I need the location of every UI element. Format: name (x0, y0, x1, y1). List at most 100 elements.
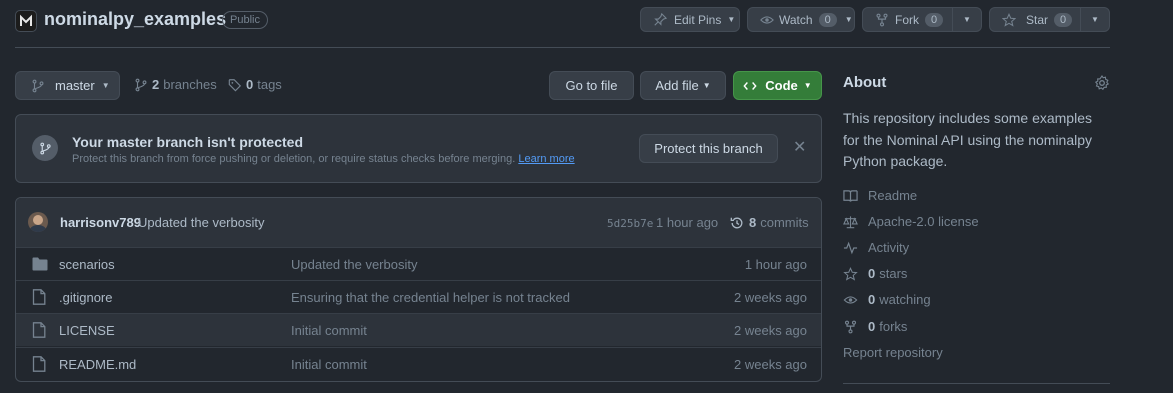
star-count: 0 (1054, 12, 1073, 27)
chevron-down-icon: ▼ (727, 15, 736, 24)
stars-link[interactable]: 0 stars (843, 266, 907, 281)
branches-label: branches (163, 77, 217, 92)
file-row[interactable]: LICENSE Initial commit 2 weeks ago (16, 313, 821, 346)
tags-label: tags (257, 77, 282, 92)
chevron-down-icon: ▼ (1091, 15, 1099, 24)
fork-dropdown-button[interactable]: ▼ (952, 7, 982, 32)
gear-icon[interactable] (1094, 75, 1110, 91)
add-file-label: Add file (655, 78, 699, 93)
about-heading: About (843, 74, 887, 91)
watch-count: 0 (818, 12, 837, 27)
fork-icon (876, 13, 888, 26)
protect-branch-banner: Your master branch isn't protected Prote… (15, 114, 822, 183)
activity-link[interactable]: Activity (843, 240, 909, 255)
header-divider (15, 47, 1110, 48)
file-row[interactable]: scenarios Updated the verbosity 1 hour a… (16, 247, 821, 280)
author-avatar[interactable] (28, 212, 48, 232)
go-to-file-label: Go to file (565, 78, 618, 93)
commit-author[interactable]: harrisonv789 (60, 215, 141, 230)
readme-link[interactable]: Readme (843, 188, 917, 203)
law-icon (843, 215, 858, 228)
code-label: Code (765, 78, 798, 93)
chevron-down-icon: ▼ (963, 15, 971, 24)
branch-icon (39, 142, 51, 154)
eye-icon (843, 295, 858, 304)
pin-icon (654, 12, 667, 26)
repo-avatar[interactable] (15, 10, 37, 32)
tag-icon (228, 78, 242, 91)
commits-label: commits (760, 215, 809, 230)
file-commit-time: 2 weeks ago (734, 289, 807, 305)
chevron-down-icon: ▼ (803, 81, 812, 90)
commit-message[interactable]: Updated the verbosity (138, 215, 264, 230)
file-row[interactable]: README.md Initial commit 2 weeks ago (16, 347, 821, 380)
edit-pins-button[interactable]: Edit Pins ▼ (640, 7, 740, 32)
commit-time: 1 hour ago (656, 215, 719, 230)
branch-icon (32, 79, 44, 92)
protect-branch-label: Protect this branch (654, 141, 763, 156)
about-description: This repository includes some examples f… (843, 110, 1093, 169)
watching-link[interactable]: 0 watching (843, 292, 931, 307)
chevron-down-icon: ▼ (844, 15, 853, 24)
learn-more-link[interactable]: Learn more (518, 153, 574, 165)
forks-label: forks (879, 319, 908, 334)
star-label: Star (1026, 12, 1049, 27)
file-name[interactable]: README.md (59, 357, 136, 372)
close-icon[interactable]: ✕ (793, 140, 806, 156)
file-commit-message[interactable]: Initial commit (291, 357, 367, 372)
file-name[interactable]: .gitignore (59, 290, 112, 305)
commits-link[interactable]: 8 commits (730, 215, 809, 230)
file-name[interactable]: scenarios (59, 257, 115, 272)
star-button[interactable]: Star 0 (989, 7, 1081, 32)
file-commit-message[interactable]: Updated the verbosity (291, 257, 417, 272)
file-row[interactable]: .gitignore Ensuring that the credential … (16, 280, 821, 313)
stars-label: stars (879, 266, 908, 281)
file-commit-time: 2 weeks ago (734, 322, 807, 338)
forks-count: 0 (868, 319, 876, 334)
visibility-badge: Public (222, 11, 268, 29)
file-commit-message[interactable]: Initial commit (291, 323, 367, 338)
license-link[interactable]: Apache-2.0 license (843, 214, 979, 229)
history-icon (730, 217, 743, 228)
forks-link[interactable]: 0 forks (843, 319, 907, 334)
book-icon (843, 189, 858, 202)
folder-icon (32, 257, 48, 271)
fork-count: 0 (925, 12, 944, 27)
watch-button[interactable]: Watch 0 ▼ (747, 7, 855, 32)
branch-select-button[interactable]: master ▼ (15, 71, 120, 100)
add-file-button[interactable]: Add file ▼ (640, 71, 726, 100)
code-icon (743, 81, 757, 90)
activity-label: Activity (868, 240, 910, 255)
commits-count: 8 (749, 215, 757, 230)
go-to-file-button[interactable]: Go to file (549, 71, 634, 100)
repo-name[interactable]: nominalpy_examples (44, 9, 226, 30)
branches-link[interactable]: 2 branches (134, 77, 217, 92)
fork-label: Fork (895, 12, 919, 27)
logo-icon (20, 14, 32, 26)
file-commit-message[interactable]: Ensuring that the credential helper is n… (291, 290, 570, 305)
file-icon (32, 356, 46, 372)
file-name[interactable]: LICENSE (59, 323, 115, 338)
watching-label: watching (879, 292, 931, 307)
branch-name: master (55, 78, 95, 93)
watching-count: 0 (868, 292, 876, 307)
report-repository-link[interactable]: Report repository (843, 345, 943, 360)
protect-title: Your master branch isn't protected (72, 134, 304, 150)
edit-pins-label: Edit Pins (674, 12, 722, 27)
sidebar-divider (843, 383, 1110, 384)
code-button[interactable]: Code ▼ (733, 71, 822, 100)
readme-label: Readme (868, 188, 918, 203)
fork-button[interactable]: Fork 0 (862, 7, 953, 32)
tags-link[interactable]: 0 tags (228, 77, 282, 92)
branches-count: 2 (152, 77, 160, 92)
star-dropdown-button[interactable]: ▼ (1080, 7, 1110, 32)
protect-desc-text: Protect this branch from force pushing o… (72, 153, 516, 165)
file-icon (32, 289, 46, 305)
fork-icon (844, 320, 857, 333)
eye-icon (760, 15, 774, 24)
protect-branch-button[interactable]: Protect this branch (639, 134, 778, 163)
star-icon (1002, 12, 1016, 27)
file-icon (32, 322, 46, 338)
file-commit-time: 2 weeks ago (734, 356, 807, 372)
commit-sha[interactable]: 5d25b7e (607, 217, 653, 230)
